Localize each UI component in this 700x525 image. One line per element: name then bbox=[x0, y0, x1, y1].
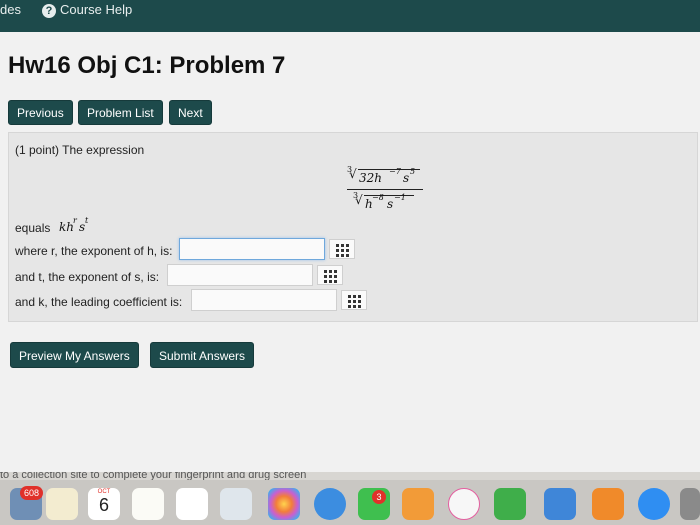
submit-answers-button[interactable]: Submit Answers bbox=[150, 342, 255, 368]
calendar-app-icon[interactable]: OCT 6 bbox=[88, 488, 120, 520]
radical-sign: √ bbox=[349, 167, 357, 181]
preview-answers-button[interactable]: Preview My Answers bbox=[10, 342, 139, 368]
numerator-s: s bbox=[403, 171, 410, 185]
notes-app-icon[interactable] bbox=[46, 488, 78, 520]
app-store-icon[interactable] bbox=[638, 488, 670, 520]
question-r-label: where r, the exponent of h, is: bbox=[15, 244, 173, 258]
course-help-label: Course Help bbox=[60, 2, 133, 17]
question-k-label: and k, the leading coefficient is: bbox=[15, 295, 183, 309]
notes-paper-icon[interactable] bbox=[132, 488, 164, 520]
form-kh: kh bbox=[59, 220, 74, 234]
background-window-strip: to a collection site to complete your fi… bbox=[0, 472, 700, 480]
denominator-exp-s: −1 bbox=[394, 193, 406, 202]
system-preferences-icon[interactable] bbox=[680, 488, 700, 520]
page-title: Hw16 Obj C1: Problem 7 bbox=[8, 52, 286, 79]
course-topbar: des ? Course Help bbox=[0, 0, 700, 32]
reminders-app-icon[interactable] bbox=[176, 488, 208, 520]
question-t-label: and t, the exponent of s, is: bbox=[15, 270, 160, 284]
help-icon: ? bbox=[42, 3, 56, 18]
answer-k-input[interactable] bbox=[191, 289, 337, 311]
equation-editor-icon[interactable] bbox=[341, 290, 367, 310]
problem-box: (1 point) The expression 3 √ 32h −7 s 5 … bbox=[8, 132, 698, 322]
books-app-icon[interactable] bbox=[592, 488, 624, 520]
topbar-partial-link[interactable]: des bbox=[0, 2, 21, 17]
form-exp-r: r bbox=[73, 216, 77, 225]
facetime-badge: 3 bbox=[372, 490, 386, 504]
itunes-app-icon[interactable] bbox=[448, 488, 480, 520]
numerator-exp-h: −7 bbox=[389, 167, 401, 176]
denominator-s: s bbox=[387, 197, 394, 211]
calendar-day: 6 bbox=[98, 495, 109, 515]
problem-list-button[interactable]: Problem List bbox=[78, 100, 163, 125]
equals-label: equals bbox=[15, 221, 51, 235]
keynote-app-icon[interactable] bbox=[544, 488, 576, 520]
denominator-exp-h: −8 bbox=[372, 193, 384, 202]
equation-editor-icon[interactable] bbox=[329, 239, 355, 259]
numbers-app-icon[interactable] bbox=[494, 488, 526, 520]
preview-app-icon[interactable] bbox=[220, 488, 252, 520]
page-content: Hw16 Obj C1: Problem 7 Previous Problem … bbox=[0, 32, 700, 472]
form-exp-t: t bbox=[85, 216, 89, 225]
course-help-link[interactable]: ? Course Help bbox=[42, 2, 132, 18]
messages-app-icon[interactable] bbox=[314, 488, 346, 520]
previous-button[interactable]: Previous bbox=[8, 100, 73, 125]
photos-app-icon[interactable] bbox=[268, 488, 300, 520]
problem-intro: (1 point) The expression bbox=[15, 143, 145, 157]
expression-fraction: 3 √ 32h −7 s 5 3 √ h −8 s −1 bbox=[339, 165, 429, 211]
pages-app-icon[interactable] bbox=[402, 488, 434, 520]
answer-r-input[interactable] bbox=[179, 238, 325, 260]
next-button[interactable]: Next bbox=[169, 100, 212, 125]
mail-badge: 608 bbox=[20, 486, 44, 500]
denominator-radical-sign: √ bbox=[355, 193, 363, 207]
answer-t-input[interactable] bbox=[167, 264, 313, 286]
equation-editor-icon[interactable] bbox=[317, 265, 343, 285]
numerator-text: 32h bbox=[359, 171, 382, 185]
fraction-bar bbox=[347, 189, 423, 190]
numerator-exp-s: 5 bbox=[410, 167, 416, 176]
